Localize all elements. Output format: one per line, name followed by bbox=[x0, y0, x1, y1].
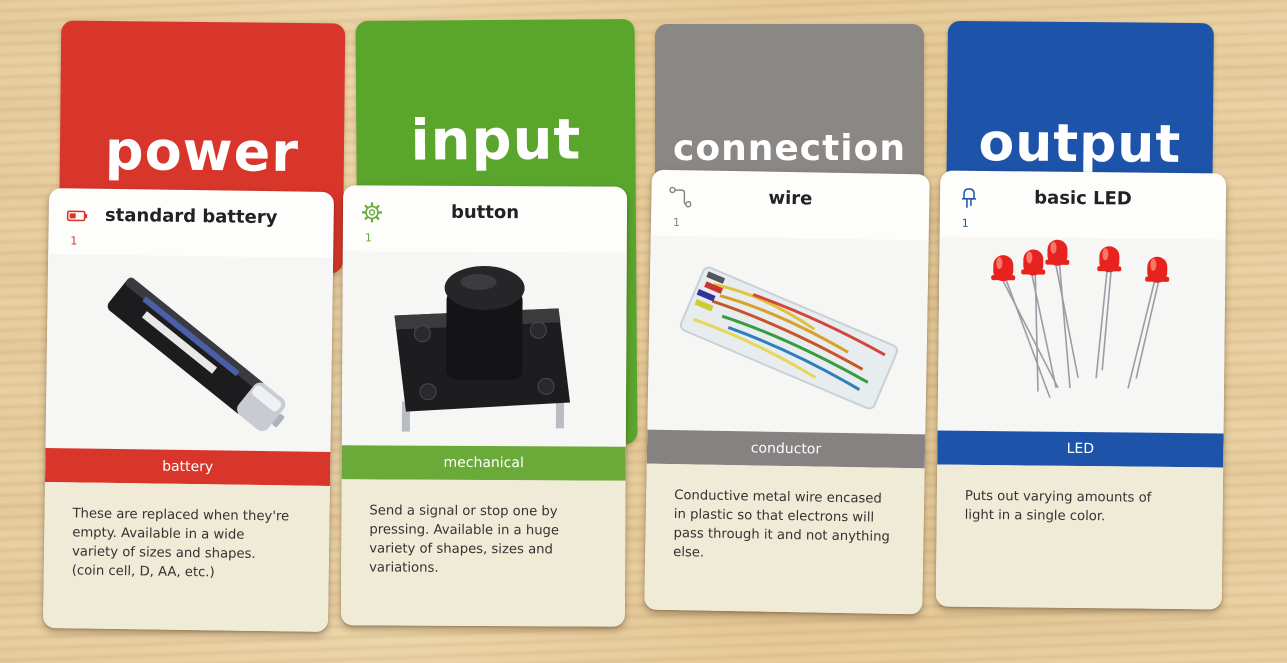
card-description: Send a signal or stop one by pressing. A… bbox=[340, 479, 626, 627]
category-title: input bbox=[410, 107, 582, 174]
card-header: button 1 bbox=[343, 185, 627, 254]
card-type-band: battery bbox=[44, 448, 331, 486]
card-title: standard battery bbox=[104, 204, 278, 229]
table-surface: power input connection output standard b… bbox=[0, 0, 1287, 663]
wire-kit-photo bbox=[647, 235, 929, 435]
item-card-button: button 1 mechanical Send a signal or sto… bbox=[340, 185, 628, 627]
card-count: 1 bbox=[70, 234, 78, 248]
card-count: 1 bbox=[961, 216, 969, 230]
battery-photo bbox=[45, 254, 334, 452]
card-description: Conductive metal wire encased in plastic… bbox=[644, 463, 925, 615]
card-header: standard battery 1 bbox=[48, 188, 334, 260]
card-type-band: conductor bbox=[646, 429, 926, 469]
card-title: basic LED bbox=[1034, 187, 1132, 210]
card-description: These are replaced when they're empty. A… bbox=[42, 482, 330, 632]
item-card-wire: wire 1 conductor Conductive metal wire e… bbox=[644, 169, 930, 615]
led-photo bbox=[937, 236, 1226, 434]
card-description: Puts out varying amounts of light in a s… bbox=[935, 464, 1224, 610]
button-photo bbox=[341, 251, 627, 447]
card-header: basic LED 1 bbox=[940, 171, 1227, 242]
category-title: connection bbox=[673, 128, 906, 169]
item-card-led: basic LED 1 LED Puts out varying amounts… bbox=[935, 170, 1227, 610]
card-type-band: mechanical bbox=[341, 445, 626, 481]
card-count: 1 bbox=[672, 215, 681, 230]
item-card-battery: standard battery 1 battery These are rep… bbox=[42, 188, 335, 632]
card-type-band: LED bbox=[937, 430, 1224, 468]
category-title: power bbox=[104, 118, 300, 185]
category-title: output bbox=[978, 113, 1182, 175]
card-count: 1 bbox=[364, 231, 372, 245]
card-title: button bbox=[450, 201, 520, 224]
card-header: wire 1 bbox=[651, 170, 930, 243]
